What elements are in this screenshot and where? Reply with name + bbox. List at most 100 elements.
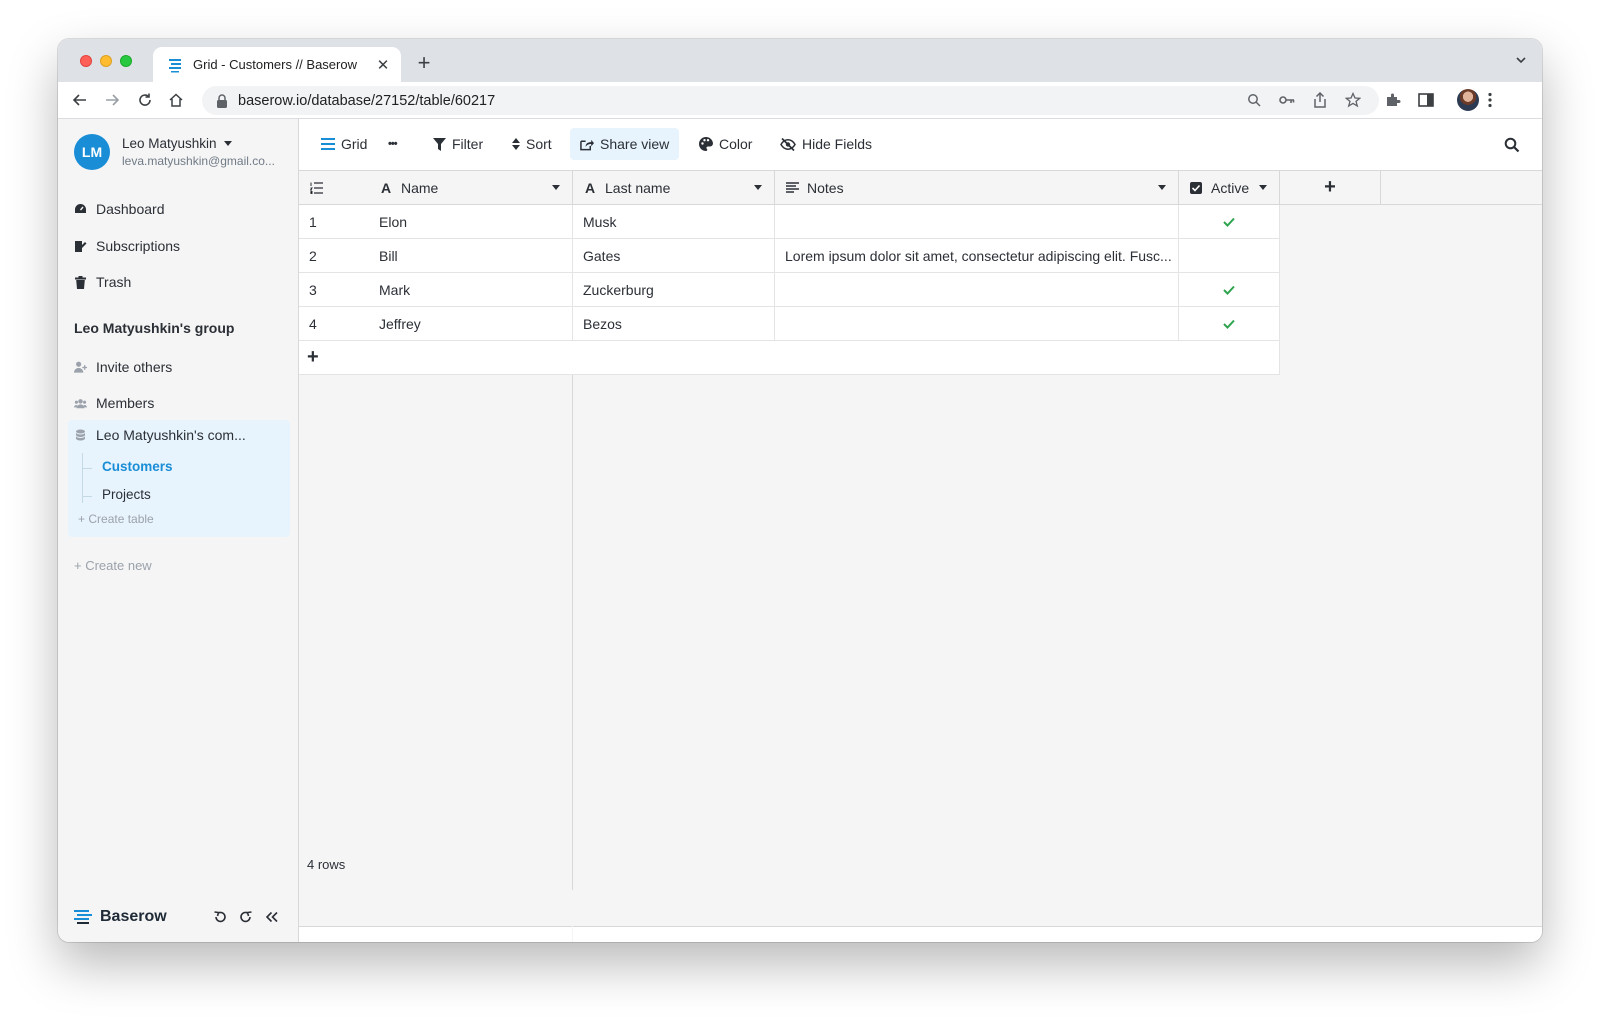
minimize-window-button[interactable]: [100, 55, 112, 67]
plus-icon: +: [307, 346, 319, 368]
home-button[interactable]: [166, 90, 186, 110]
close-window-button[interactable]: [80, 55, 92, 67]
chrome-profile-avatar[interactable]: [1457, 89, 1479, 111]
redo-button[interactable]: [238, 909, 254, 925]
long-text-field-icon: [785, 181, 799, 195]
caret-down-icon: [223, 141, 232, 146]
forward-button[interactable]: [102, 90, 122, 110]
cell-name[interactable]: Elon: [369, 205, 573, 239]
back-button[interactable]: [70, 90, 90, 110]
browser-window: Grid - Customers // Baserow ✕ + baserow.…: [58, 39, 1542, 942]
cell-active[interactable]: [1179, 273, 1280, 307]
address-bar[interactable]: baserow.io/database/27152/table/60217: [202, 86, 1379, 115]
cell-name[interactable]: Bill: [369, 239, 573, 273]
cell-notes[interactable]: [775, 205, 1179, 239]
cell-active[interactable]: [1179, 307, 1280, 341]
column-dropdown-icon[interactable]: [552, 185, 560, 190]
color-label: Color: [719, 136, 753, 152]
cell-last-name[interactable]: Zuckerburg: [573, 273, 775, 307]
close-tab-icon[interactable]: ✕: [375, 56, 391, 74]
cell-last-name[interactable]: Musk: [573, 205, 775, 239]
reload-button[interactable]: [135, 90, 155, 110]
cell-name[interactable]: Jeffrey: [369, 307, 573, 341]
extensions-puzzle-icon[interactable]: [1383, 90, 1403, 110]
create-new-link[interactable]: + Create new: [74, 558, 152, 573]
view-name: Grid: [341, 136, 368, 152]
undo-button[interactable]: [212, 909, 228, 925]
cell-notes[interactable]: Lorem ipsum dolor sit amet, consectetur …: [775, 239, 1179, 273]
members-icon: [74, 397, 87, 410]
column-last-name-label: Last name: [605, 179, 671, 196]
sort-button[interactable]: Sort: [502, 128, 562, 160]
row-identifier-header[interactable]: [299, 171, 369, 205]
row-id: 4: [299, 307, 369, 341]
undo-icon: [214, 911, 226, 923]
plus-icon: +: [74, 558, 82, 573]
search-icon[interactable]: [1504, 137, 1520, 153]
sidebar-item-label: Trash: [96, 274, 132, 290]
create-table-label: Create table: [88, 512, 154, 526]
sidebar: LM Leo Matyushkin leva.matyushkin@gmail.…: [58, 119, 299, 942]
share-page-icon[interactable]: [1310, 90, 1330, 110]
chrome-menu-icon[interactable]: [1480, 90, 1500, 110]
column-dropdown-icon[interactable]: [1259, 185, 1267, 190]
grid-view-icon: [321, 137, 335, 151]
filter-button[interactable]: Filter: [422, 128, 493, 160]
tree-branch: [82, 496, 92, 497]
text-field-icon: A: [380, 179, 392, 196]
zoom-icon[interactable]: [1244, 90, 1264, 110]
cell-notes[interactable]: [775, 307, 1179, 341]
baserow-brand[interactable]: Baserow: [74, 908, 167, 926]
collapse-sidebar-button[interactable]: [264, 909, 280, 925]
color-button[interactable]: Color: [689, 128, 762, 160]
add-row-area[interactable]: [573, 341, 1280, 375]
column-header-active[interactable]: Active: [1179, 171, 1280, 205]
cell-name[interactable]: Mark: [369, 273, 573, 307]
invite-icon: [74, 361, 87, 374]
share-icon: [580, 137, 594, 151]
palette-icon: [699, 137, 713, 151]
sidebar-item-invite-others[interactable]: Invite others: [74, 356, 172, 378]
bookmark-star-icon[interactable]: [1343, 90, 1363, 110]
browser-tab-title: Grid - Customers // Baserow: [193, 57, 357, 72]
hide-fields-button[interactable]: Hide Fields: [770, 128, 882, 160]
add-field-button[interactable]: +: [1280, 171, 1381, 205]
sidebar-item-dashboard[interactable]: Dashboard: [74, 198, 165, 220]
sidebar-item-trash[interactable]: Trash: [74, 271, 131, 293]
cell-active[interactable]: [1179, 239, 1280, 273]
create-table-link[interactable]: + Create table: [78, 512, 154, 526]
password-key-icon[interactable]: [1277, 90, 1297, 110]
database-item[interactable]: Leo Matyushkin's com...: [74, 427, 246, 443]
tree-branch: [82, 468, 92, 469]
dashboard-icon: [74, 203, 87, 216]
view-context-menu-button[interactable]: •••: [378, 128, 407, 160]
view-selector-button[interactable]: Grid: [311, 128, 377, 160]
column-dropdown-icon[interactable]: [754, 185, 762, 190]
cell-notes[interactable]: [775, 273, 1179, 307]
sidebar-item-members[interactable]: Members: [74, 392, 154, 414]
browser-tab-active[interactable]: Grid - Customers // Baserow ✕: [153, 47, 401, 82]
add-row-button[interactable]: +: [299, 341, 573, 375]
baserow-logo-icon: [74, 910, 92, 924]
column-header-name[interactable]: A Name: [369, 171, 573, 205]
reload-icon: [139, 93, 151, 106]
column-dropdown-icon[interactable]: [1158, 185, 1166, 190]
cell-last-name[interactable]: Bezos: [573, 307, 775, 341]
side-panel-icon[interactable]: [1416, 90, 1436, 110]
cell-active[interactable]: [1179, 205, 1280, 239]
column-header-notes[interactable]: Notes: [775, 171, 1179, 205]
cell-last-name[interactable]: Gates: [573, 239, 775, 273]
grid-right-section: A Last name Notes Active + Musk Gates Lo…: [573, 171, 1542, 942]
tab-search-chevron-icon[interactable]: [1514, 53, 1528, 67]
sidebar-item-subscriptions[interactable]: Subscriptions: [74, 235, 180, 257]
sidebar-table-customers[interactable]: Customers: [102, 459, 173, 474]
column-notes-label: Notes: [807, 179, 844, 196]
new-tab-button[interactable]: +: [410, 49, 438, 77]
maximize-window-button[interactable]: [120, 55, 132, 67]
browser-tab-strip: Grid - Customers // Baserow ✕ +: [58, 39, 1542, 82]
column-header-last-name[interactable]: A Last name: [573, 171, 775, 205]
redo-icon: [240, 911, 252, 923]
sidebar-table-projects[interactable]: Projects: [102, 487, 151, 502]
share-view-button[interactable]: Share view: [570, 128, 680, 160]
user-menu[interactable]: LM Leo Matyushkin leva.matyushkin@gmail.…: [74, 134, 282, 170]
